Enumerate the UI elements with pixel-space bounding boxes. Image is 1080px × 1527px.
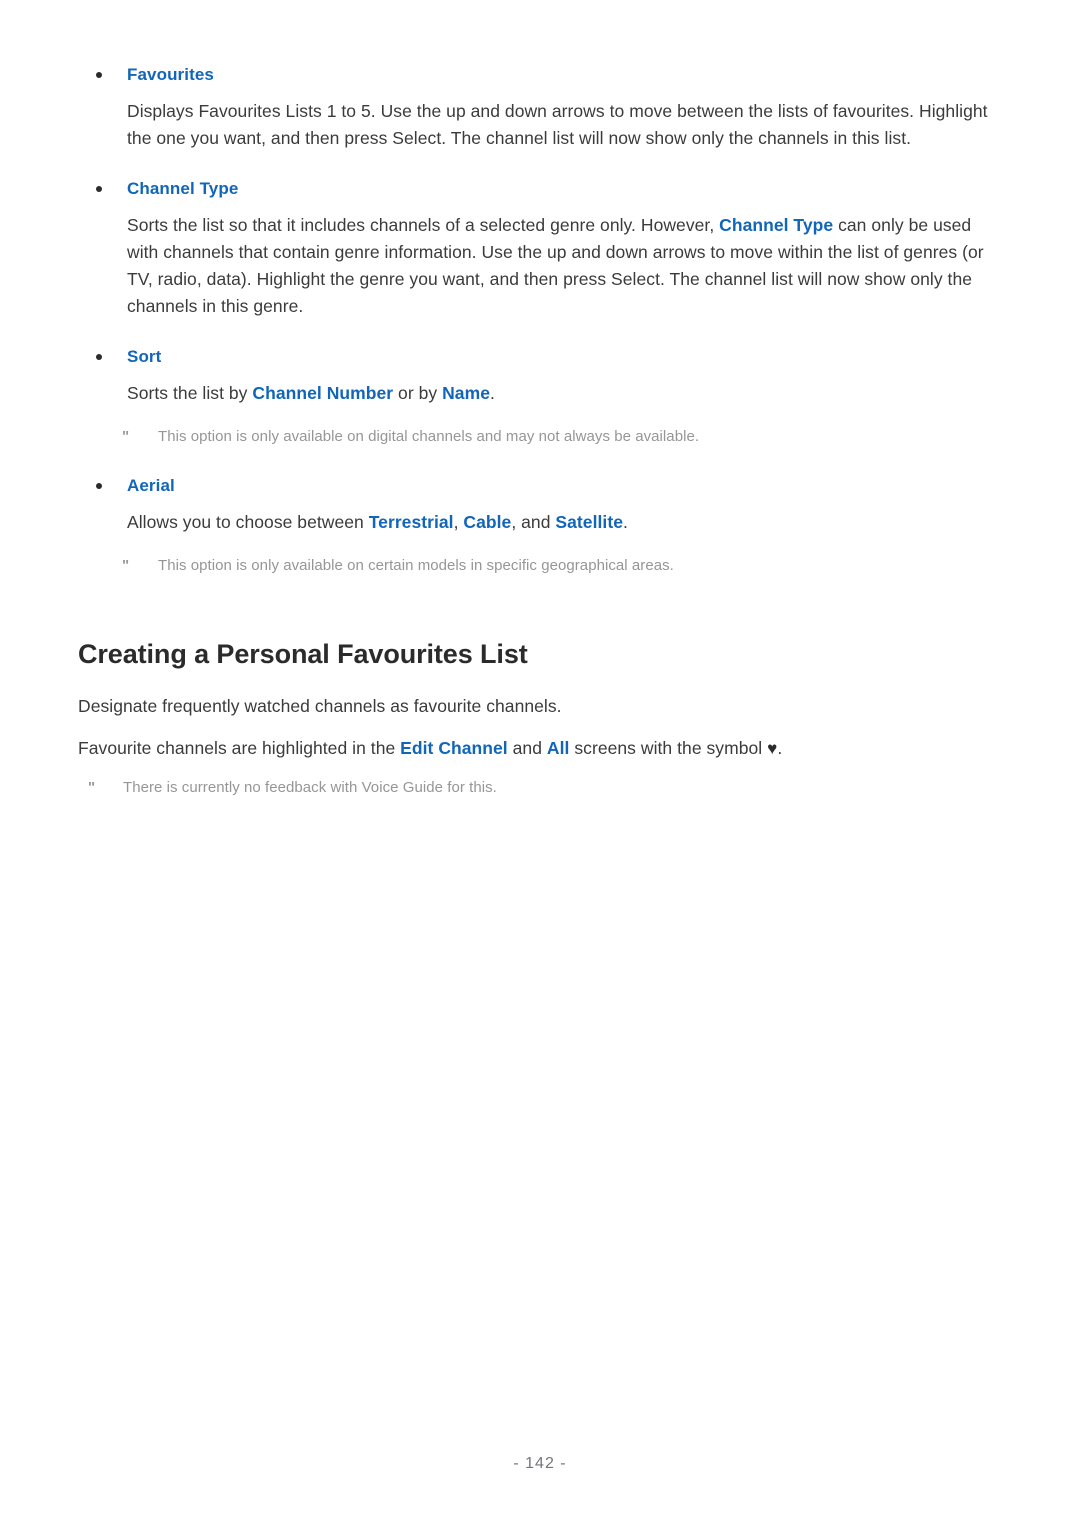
link-cable[interactable]: Cable <box>463 512 511 532</box>
link-satellite[interactable]: Satellite <box>555 512 623 532</box>
bullet-label-favourites[interactable]: Favourites <box>127 62 214 88</box>
bullet-dot-icon <box>96 72 102 78</box>
link-channel-type[interactable]: Channel Type <box>719 215 833 235</box>
bullet-label-aerial[interactable]: Aerial <box>127 473 175 499</box>
page-content: Favourites Displays Favourites Lists 1 t… <box>78 62 1004 800</box>
text-segment: screens with the symbol <box>569 738 768 758</box>
link-terrestrial[interactable]: Terrestrial <box>369 512 454 532</box>
note-aerial: " This option is only available on certai… <box>78 554 1004 578</box>
text-segment: . <box>777 738 783 758</box>
page-number: - 142 - <box>513 1455 567 1472</box>
link-edit-channel[interactable]: Edit Channel <box>400 738 508 758</box>
note-marker-icon: " <box>122 428 130 445</box>
bullet-dot-icon <box>96 483 102 489</box>
text-segment: Allows you to choose between <box>127 512 369 532</box>
bullet-item-sort: Sort <box>78 344 1004 370</box>
note-sort-text: This option is only available on digital… <box>158 428 700 445</box>
note-marker-icon: " <box>88 779 96 796</box>
text-segment: , and <box>511 512 556 532</box>
note-sort: " This option is only available on digita… <box>78 425 1004 449</box>
link-all[interactable]: All <box>547 738 570 758</box>
link-channel-number[interactable]: Channel Number <box>252 383 393 403</box>
bullet-dot-icon <box>96 186 102 192</box>
note-voice-guide-text: There is currently no feedback with Voic… <box>123 779 497 796</box>
paragraph-favourites: Displays Favourites Lists 1 to 5. Use th… <box>78 98 1004 152</box>
note-voice-guide: " There is currently no feedback with Voi… <box>78 776 1004 800</box>
text-segment: or by <box>393 383 443 403</box>
document-page: Favourites Displays Favourites Lists 1 t… <box>0 0 1080 1527</box>
bullet-label-channel-type[interactable]: Channel Type <box>127 176 238 202</box>
note-marker-icon: " <box>122 557 130 574</box>
note-aerial-text: This option is only available on certain… <box>158 557 674 574</box>
bullet-item-channel-type: Channel Type <box>78 176 1004 202</box>
bullet-dot-icon <box>96 354 102 360</box>
heart-icon: ♥ <box>767 739 778 758</box>
paragraph-aerial: Allows you to choose between Terrestrial… <box>78 509 1004 536</box>
text-segment: Sorts the list so that it includes chann… <box>127 215 720 235</box>
paragraph-channel-type: Sorts the list so that it includes chann… <box>78 212 1004 320</box>
paragraph-designate-text: Designate frequently watched channels as… <box>78 696 562 716</box>
text-segment: Favourite channels are highlighted in th… <box>78 738 401 758</box>
text-segment: Sorts the list by <box>127 383 253 403</box>
paragraph-sort: Sorts the list by Channel Number or by N… <box>78 380 1004 407</box>
text-segment: , <box>453 512 464 532</box>
bullet-item-aerial: Aerial <box>78 473 1004 499</box>
text-segment: and <box>507 738 547 758</box>
paragraph-favourite-symbol: Favourite channels are highlighted in th… <box>78 735 1004 762</box>
paragraph-favourites-text: Displays Favourites Lists 1 to 5. Use th… <box>127 101 988 148</box>
text-segment: . <box>622 512 628 532</box>
page-title: Creating a Personal Favourites List <box>78 639 528 669</box>
link-name[interactable]: Name <box>442 383 490 403</box>
paragraph-designate: Designate frequently watched channels as… <box>78 693 1004 720</box>
bullet-item-favourites: Favourites <box>78 62 1004 88</box>
text-segment: . <box>489 383 495 403</box>
bullet-label-sort[interactable]: Sort <box>127 344 161 370</box>
